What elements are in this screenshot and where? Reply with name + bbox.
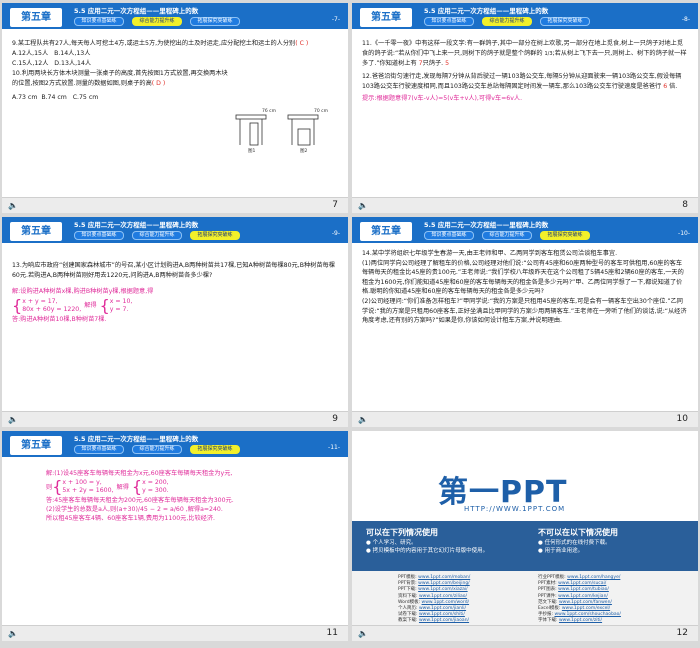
page-label: -7- xyxy=(331,16,340,23)
answer: ( D ) xyxy=(151,80,166,87)
tab-extension[interactable]: 拓展探究突破练 xyxy=(540,17,590,26)
tab-comprehensive[interactable]: 综合能力提升练 xyxy=(482,231,532,240)
tab-extension[interactable]: 拓展探究突破练 xyxy=(190,17,240,26)
fig-measure-2: 70 cm xyxy=(314,109,329,114)
question-9: 9.某工程队共有27人,每天每人可挖土4方,或运土5方,为使挖出的土及时运走,应… xyxy=(12,40,309,47)
speaker-icon: 🔈 xyxy=(358,415,368,424)
lesson-title: 5.5 应用二元一次方程组——里程碑上的数 xyxy=(74,435,199,443)
lesson-title: 5.5 应用二元一次方程组——里程碑上的数 xyxy=(74,7,199,15)
question-14-part2: (2)公司经理问:“你们准备怎样租车?”甲同学说:“我的方案是只租用45座的客车… xyxy=(362,297,687,325)
options-10: A.73 cm B.74 cm C.75 cm xyxy=(12,94,99,101)
slide-number: 7 xyxy=(332,200,338,210)
lesson-title: 5.5 应用二元一次方程组——里程碑上的数 xyxy=(424,221,549,229)
speaker-icon: 🔈 xyxy=(8,629,18,638)
slide-number: 10 xyxy=(676,414,688,424)
question-11: 11.《一千零一夜》中有这样一段文字:有一群鸽子,其中一部分在树上欢歌,另一部分… xyxy=(362,40,687,67)
slide-body: 11.《一千零一夜》中有这样一段文字:有一群鸽子,其中一部分在树上欢歌,另一部分… xyxy=(362,39,688,104)
links-right: 行业PPT模板: www.1ppt.com/hangye/ PPT素材: www… xyxy=(538,575,621,624)
chapter-badge: 第五章 xyxy=(10,8,62,27)
chapter-badge: 第五章 xyxy=(10,436,62,455)
deny-column: 不可以在以下情况使用 ● 任何形式的在线付费下载。 ● 用于商业用途。 xyxy=(538,528,618,554)
page-label: -8- xyxy=(681,16,690,23)
allow-column: 可以在下列情况使用 ● 个人学习、研究。 ● 拷贝模板中的内容用于其它幻灯片母版… xyxy=(366,528,489,554)
slide-10[interactable]: 第五章 5.5 应用二元一次方程组——里程碑上的数 知识要点基础练 综合能力提升… xyxy=(352,217,698,427)
page-label: -9- xyxy=(331,230,340,237)
tab-comprehensive[interactable]: 综合能力提升练 xyxy=(132,445,182,454)
slide-header: 第五章 5.5 应用二元一次方程组——里程碑上的数 知识要点基础练 综合能力提升… xyxy=(2,431,348,457)
slide-header: 第五章 5.5 应用二元一次方程组——里程碑上的数 知识要点基础练 综合能力提升… xyxy=(2,3,348,29)
solution-13: 解:设购进A种树苗x棵,购进B种树苗y棵,根据题意,得 { x + y = 17… xyxy=(12,288,154,323)
slide-number: 9 xyxy=(332,414,338,424)
tab-basic[interactable]: 知识要点基础练 xyxy=(74,17,124,26)
tab-extension[interactable]: 拓展探究突破练 xyxy=(540,231,590,240)
solution-14: 解:(1)设45座客车每辆每天租金为x元,60座客车每辆每天租金为y元, 则 {… xyxy=(46,470,234,522)
hint: 提示:根据题意得7(v车-v人)=5(v车+v人),可得v车=6v人. xyxy=(362,95,523,102)
chapter-badge: 第五章 xyxy=(10,222,62,241)
chapter-badge: 第五章 xyxy=(360,8,412,27)
page-label: -10- xyxy=(678,230,690,237)
slide-body: 9.某工程队共有27人,每天每人可挖土4方,或运土5方,为使挖出的土及时运走,应… xyxy=(12,39,338,103)
question-10: 10.利用两块长方体木块测量一张桌子的高度,首先按图1方式放置,再交换两木块的位… xyxy=(12,70,228,87)
slide-number: 8 xyxy=(682,200,688,210)
slide-grid: 第五章 5.5 应用二元一次方程组——里程碑上的数 知识要点基础练 综合能力提升… xyxy=(0,0,700,648)
slide-footer: 🔈 11 xyxy=(2,625,348,641)
speaker-icon: 🔈 xyxy=(358,629,368,638)
slide-header: 第五章 5.5 应用二元一次方程组——里程碑上的数 知识要点基础练 综合能力提升… xyxy=(352,3,698,29)
slide-footer: 🔈 7 xyxy=(2,197,348,213)
lesson-title: 5.5 应用二元一次方程组——里程碑上的数 xyxy=(424,7,549,15)
fig-caption-1: 图1 xyxy=(248,149,256,154)
usage-info: 可以在下列情况使用 ● 个人学习、研究。 ● 拷贝模板中的内容用于其它幻灯片母版… xyxy=(352,521,698,571)
slide-7[interactable]: 第五章 5.5 应用二元一次方程组——里程碑上的数 知识要点基础练 综合能力提升… xyxy=(2,3,348,213)
tab-basic[interactable]: 知识要点基础练 xyxy=(74,231,124,240)
tab-comprehensive[interactable]: 综合能力提升练 xyxy=(132,17,182,26)
tab-basic[interactable]: 知识要点基础练 xyxy=(424,17,474,26)
tab-comprehensive[interactable]: 综合能力提升练 xyxy=(482,17,532,26)
options-9b: C.15人,12人 D.13人,14人 xyxy=(12,60,92,67)
question-13: 13.为响应市政府“创建国家森林城市”的号召,某小区计划购进A,B两种树苗共17… xyxy=(12,262,335,279)
slide-body: 14.某中学将组织七年级学生春游一天,由王老师和甲、乙两同学到客车租赁公司洽谈租… xyxy=(362,249,688,326)
slide-8[interactable]: 第五章 5.5 应用二元一次方程组——里程碑上的数 知识要点基础练 综合能力提升… xyxy=(352,3,698,213)
slide-number: 11 xyxy=(326,628,338,638)
speaker-icon: 🔈 xyxy=(358,201,368,210)
tab-basic[interactable]: 知识要点基础练 xyxy=(424,231,474,240)
fig-caption-2: 图2 xyxy=(300,149,308,154)
slide-11[interactable]: 第五章 5.5 应用二元一次方程组——里程碑上的数 知识要点基础练 综合能力提升… xyxy=(2,431,348,641)
slide-body: 13.为响应市政府“创建国家森林城市”的号召,某小区计划购进A,B两种树苗共17… xyxy=(12,261,338,325)
chapter-badge: 第五章 xyxy=(360,222,412,241)
tab-extension[interactable]: 拓展探究突破练 xyxy=(190,445,240,454)
slide-12[interactable]: 第一PPT HTTP://WWW.1PPT.COM 可以在下列情况使用 ● 个人… xyxy=(352,431,698,641)
slide-footer: 🔈 9 xyxy=(2,411,348,427)
tab-comprehensive[interactable]: 综合能力提升练 xyxy=(132,231,182,240)
question-14-part1: (1)两位同学向公司经理了解租车的价格,公司经理对他们说:“公司有45座和60座… xyxy=(362,259,684,296)
brand-url[interactable]: HTTP://WWW.1PPT.COM xyxy=(464,505,565,513)
fig-measure-1: 76 cm xyxy=(262,109,277,114)
slide-header: 第五章 5.5 应用二元一次方程组——里程碑上的数 知识要点基础练 综合能力提升… xyxy=(2,217,348,243)
slide-footer: 🔈 8 xyxy=(352,197,698,213)
links-left: PPT模板: www.1ppt.com/moban/ PPT背景: www.1p… xyxy=(398,575,471,624)
table-figure: 76 cm 70 cm 图1 图2 xyxy=(234,107,334,157)
options-9: A.12人,15人 B.14人,13人 xyxy=(12,50,91,57)
lesson-title: 5.5 应用二元一次方程组——里程碑上的数 xyxy=(74,221,199,229)
slide-footer: 🔈 10 xyxy=(352,411,698,427)
page-label: -11- xyxy=(328,444,340,451)
question-12: 12.爸爸沿街匀速行走,发现每隔7分钟从背后驶过一辆103路公交车,每隔5分钟从… xyxy=(362,73,682,90)
tab-extension[interactable]: 拓展探究突破练 xyxy=(190,231,240,240)
speaker-icon: 🔈 xyxy=(8,415,18,424)
tab-basic[interactable]: 知识要点基础练 xyxy=(74,445,124,454)
slide-footer: 🔈 12 xyxy=(352,625,698,641)
slide-9[interactable]: 第五章 5.5 应用二元一次方程组——里程碑上的数 知识要点基础练 综合能力提升… xyxy=(2,217,348,427)
speaker-icon: 🔈 xyxy=(8,201,18,210)
link-list: PPT模板: www.1ppt.com/moban/ PPT背景: www.1p… xyxy=(352,571,698,627)
slide-number: 12 xyxy=(676,628,688,638)
slide-header: 第五章 5.5 应用二元一次方程组——里程碑上的数 知识要点基础练 综合能力提升… xyxy=(352,217,698,243)
brand-area: 第一PPT HTTP://WWW.1PPT.COM xyxy=(352,437,698,515)
answer: ( C ) xyxy=(295,40,309,47)
question-14: 14.某中学将组织七年级学生春游一天,由王老师和甲、乙两同学到客车租赁公司洽谈租… xyxy=(362,250,618,257)
